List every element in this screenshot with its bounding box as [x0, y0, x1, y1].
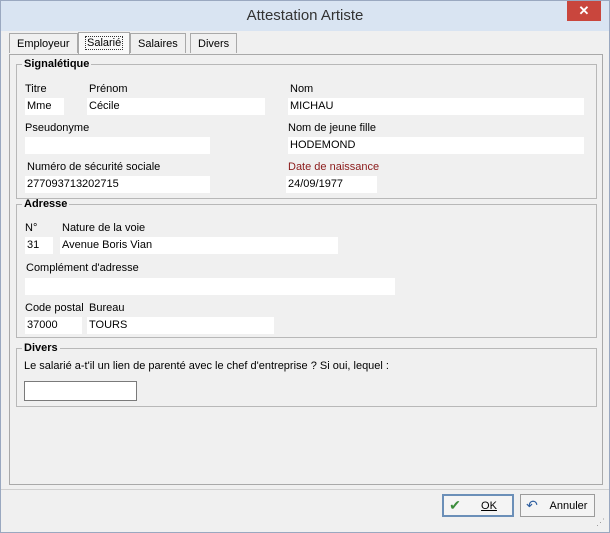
- title-bar: Attestation Artiste ✕: [1, 1, 609, 31]
- resize-grip-icon[interactable]: ⋰: [596, 518, 608, 531]
- numero-field[interactable]: 31: [25, 237, 53, 254]
- complement-label: Complément d'adresse: [26, 262, 139, 274]
- group-signaletique: Signalétique Titre Mme Prénom Cécile Nom…: [16, 58, 597, 199]
- titre-label: Titre: [25, 83, 47, 95]
- nature-voie-label: Nature de la voie: [62, 222, 146, 234]
- divers-field[interactable]: [24, 381, 137, 401]
- bureau-label: Bureau: [89, 302, 125, 314]
- group-divers: Divers Le salarié a-t'il un lien de pare…: [16, 342, 597, 407]
- numero-label: N°: [25, 222, 38, 234]
- date-naissance-label: Date de naissance: [288, 161, 380, 173]
- num-secu-label: Numéro de sécurité sociale: [27, 161, 161, 173]
- complement-field[interactable]: [25, 278, 395, 295]
- footer-separator: [1, 489, 609, 490]
- tab-panel-salarie: Signalétique Titre Mme Prénom Cécile Nom…: [9, 54, 603, 485]
- undo-icon: ↶: [526, 497, 538, 513]
- group-signaletique-legend: Signalétique: [24, 58, 90, 70]
- annuler-button[interactable]: ↶ Annuler: [520, 494, 595, 517]
- ok-button-label: OK: [481, 499, 497, 512]
- pseudonyme-field[interactable]: [25, 137, 210, 154]
- prenom-field[interactable]: Cécile: [87, 98, 265, 115]
- titre-field[interactable]: Mme: [25, 98, 64, 115]
- tab-divers[interactable]: Divers: [190, 33, 238, 53]
- nom-label: Nom: [290, 83, 314, 95]
- check-icon: ✔: [449, 497, 461, 513]
- group-adresse-legend: Adresse: [24, 198, 68, 210]
- tab-employeur[interactable]: Employeur: [9, 33, 78, 53]
- dialog-window: Attestation Artiste ✕ Employeur Salarié …: [0, 0, 610, 533]
- group-adresse: Adresse N° 31 Nature de la voie Avenue B…: [16, 198, 597, 338]
- bureau-field[interactable]: TOURS: [87, 317, 274, 334]
- tab-salaires[interactable]: Salaires: [130, 33, 186, 53]
- prenom-label: Prénom: [89, 83, 128, 95]
- window-title: Attestation Artiste: [246, 7, 364, 24]
- close-button[interactable]: ✕: [567, 1, 601, 21]
- code-postal-field[interactable]: 37000: [25, 317, 82, 334]
- nom-jeune-fille-field[interactable]: HODEMOND: [288, 137, 584, 154]
- annuler-button-label: Annuler: [549, 499, 588, 512]
- pseudonyme-label: Pseudonyme: [25, 122, 90, 134]
- divers-question: Le salarié a-t'il un lien de parenté ave…: [24, 360, 389, 372]
- num-secu-field[interactable]: 277093713202715: [25, 176, 210, 193]
- nom-jeune-fille-label: Nom de jeune fille: [288, 122, 377, 134]
- ok-button[interactable]: ✔ OK: [442, 494, 514, 517]
- date-naissance-field[interactable]: 24/09/1977: [286, 176, 377, 193]
- nom-field[interactable]: MICHAU: [288, 98, 584, 115]
- code-postal-label: Code postal: [25, 302, 84, 314]
- nature-voie-field[interactable]: Avenue Boris Vian: [60, 237, 338, 254]
- group-divers-legend: Divers: [24, 342, 58, 354]
- close-icon: ✕: [578, 3, 590, 18]
- tab-salarie[interactable]: Salarié: [78, 32, 131, 54]
